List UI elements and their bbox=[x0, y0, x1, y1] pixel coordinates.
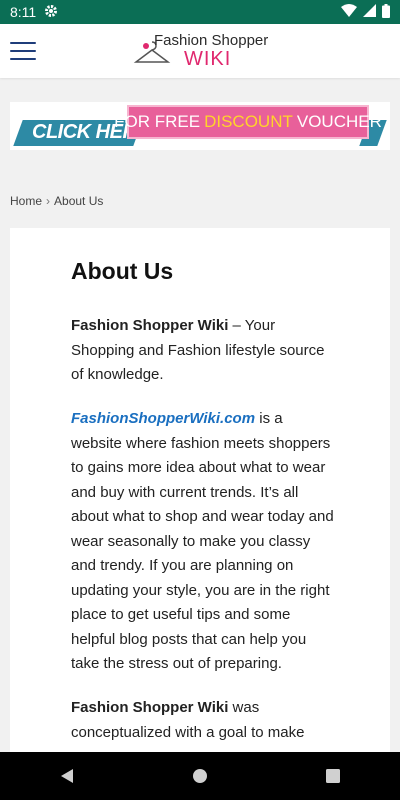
logo-text-top: Fashion Shopper bbox=[154, 32, 269, 49]
back-icon[interactable] bbox=[47, 756, 87, 796]
paragraph-description: FashionShopperWiki.com is a website wher… bbox=[71, 407, 336, 677]
chevron-right-icon: › bbox=[46, 194, 51, 208]
article-card: About Us Fashion Shopper Wiki – Your Sho… bbox=[10, 228, 390, 768]
brand-name-bold-2: Fashion Shopper Wiki bbox=[71, 699, 229, 716]
discount-voucher-banner[interactable]: CLICK HERE FOR FREE DISCOUNT VOUCHER bbox=[10, 102, 390, 150]
banner-text-before: FOR FREE bbox=[114, 112, 201, 131]
status-time: 8:11 bbox=[10, 4, 37, 20]
brand-name-bold: Fashion Shopper Wiki bbox=[71, 317, 229, 334]
site-link[interactable]: FashionShopperWiki.com bbox=[71, 410, 255, 427]
wifi-icon bbox=[341, 4, 357, 20]
status-bar: 8:11 bbox=[0, 0, 400, 24]
breadcrumb-home[interactable]: Home bbox=[10, 194, 42, 208]
hamburger-menu-icon[interactable] bbox=[10, 42, 36, 60]
recents-icon[interactable] bbox=[313, 756, 353, 796]
home-icon[interactable] bbox=[180, 756, 220, 796]
android-nav-bar bbox=[0, 752, 400, 800]
signal-icon bbox=[363, 4, 376, 20]
paragraph-intro: Fashion Shopper Wiki – Your Shopping and… bbox=[71, 314, 336, 388]
page-title: About Us bbox=[71, 258, 174, 284]
banner-voucher-text: FOR FREE DISCOUNT VOUCHER bbox=[114, 105, 382, 139]
battery-icon bbox=[382, 3, 390, 21]
breadcrumb: Home › About Us bbox=[10, 194, 103, 208]
banner-text-highlight: DISCOUNT bbox=[204, 112, 293, 131]
settings-gear-icon bbox=[44, 4, 58, 21]
paragraph-description-text: is a website where fashion meets shopper… bbox=[71, 410, 334, 672]
breadcrumb-current: About Us bbox=[54, 194, 104, 208]
logo-text-bottom: WIKI bbox=[184, 48, 232, 70]
banner-text-after: VOUCHER bbox=[296, 112, 382, 131]
paragraph-concept: Fashion Shopper Wiki was conceptualized … bbox=[71, 696, 336, 745]
site-logo[interactable]: Fashion Shopper WIKI bbox=[132, 30, 282, 74]
site-header: Fashion Shopper WIKI bbox=[0, 24, 400, 78]
